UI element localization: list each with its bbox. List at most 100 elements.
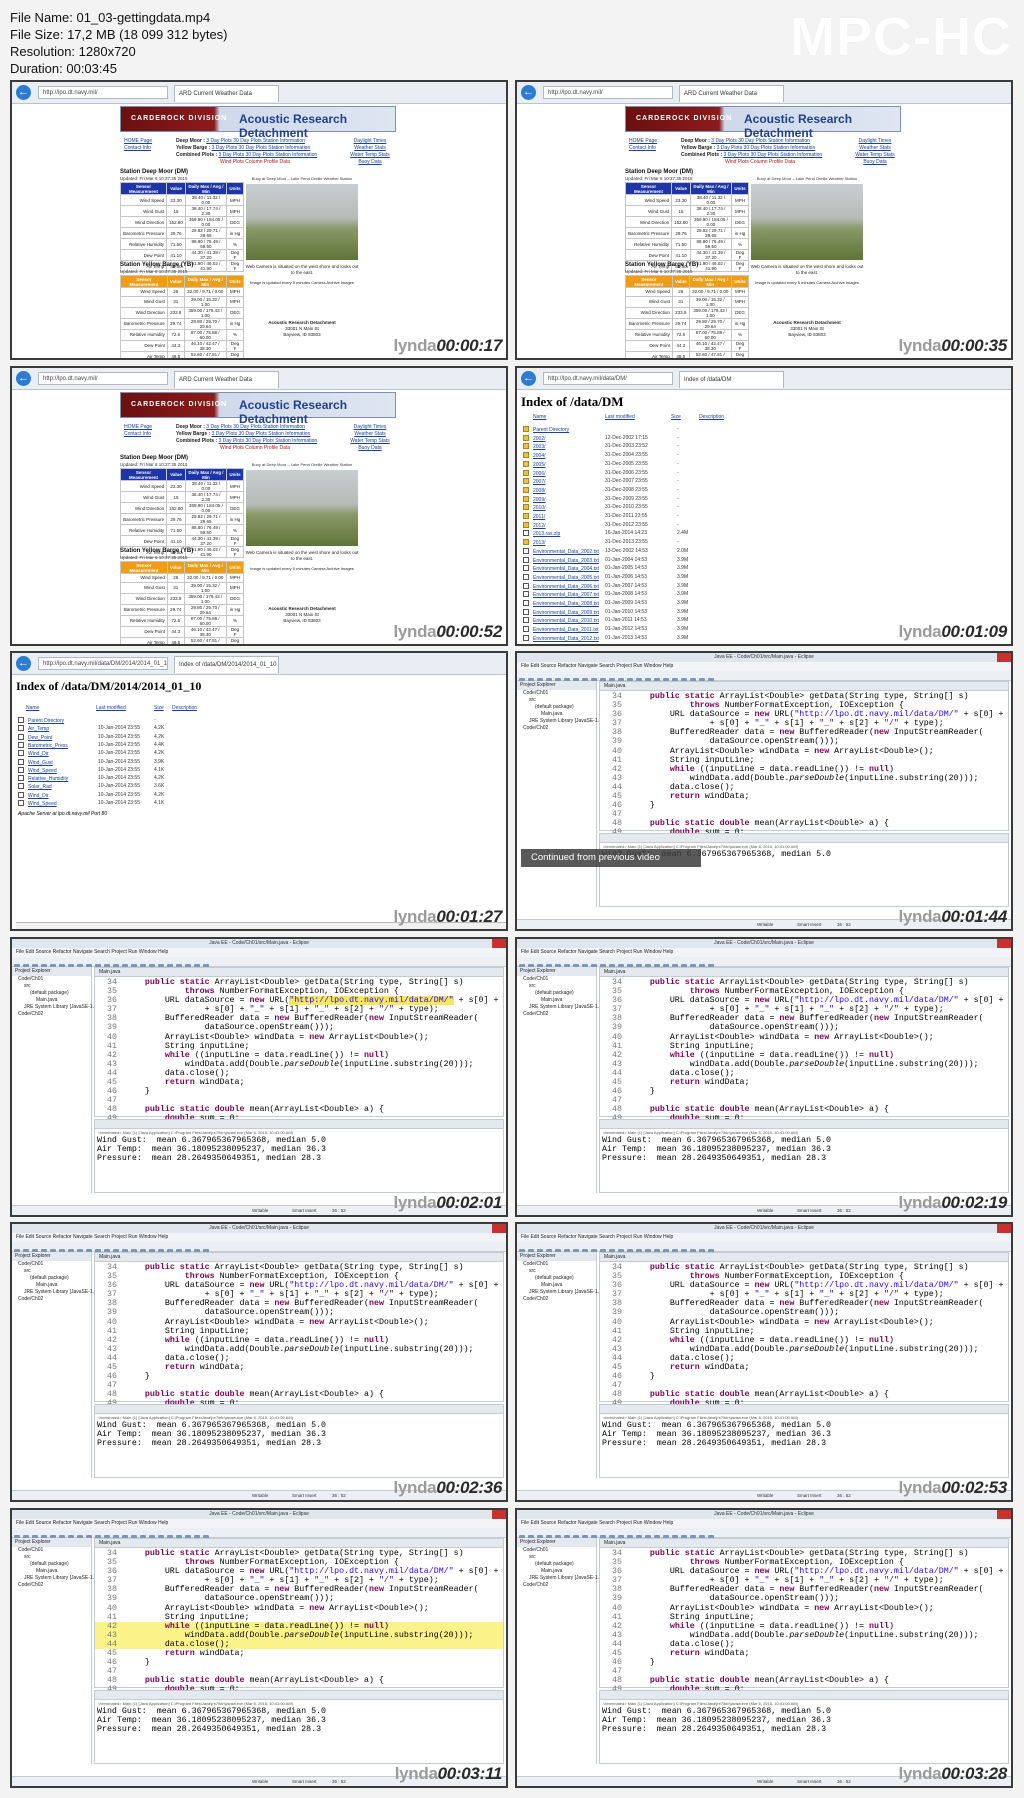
tree-item[interactable]: JRE System Library [JavaSE-1.7] (12, 1575, 98, 1582)
nav-link[interactable]: Daylight Times (348, 424, 392, 431)
tree-item[interactable]: Code/Ch01 (517, 1547, 596, 1554)
explorer-tab[interactable]: Project Explorer (12, 967, 91, 976)
editor-tab[interactable]: Main.java (95, 1539, 503, 1548)
entry-link[interactable]: 2012/ (533, 523, 546, 529)
plot-links[interactable]: Wind Plots Column Profile Data (725, 159, 795, 165)
entry-link[interactable]: Solar_Rad (28, 784, 52, 790)
close-button[interactable] (997, 653, 1011, 662)
plot-links[interactable]: Wind Plots Column Profile Data (220, 159, 290, 165)
tree-item[interactable]: Main.java (517, 1568, 596, 1575)
tree-item[interactable]: Code/Ch01 (517, 976, 596, 983)
tree-item[interactable]: (default package) (517, 990, 596, 997)
close-button[interactable] (492, 939, 506, 948)
column-header[interactable]: Description (699, 414, 724, 420)
code-area[interactable]: 34 public static ArrayList<Double> getDa… (600, 692, 1008, 838)
plot-links[interactable]: Wind Plots Column Profile Data (220, 445, 290, 451)
column-header[interactable]: Size (154, 705, 164, 711)
close-button[interactable] (997, 1224, 1011, 1233)
menu-bar[interactable]: File Edit Source Refactor Navigate Searc… (12, 1233, 506, 1242)
console-tab[interactable] (600, 1120, 1008, 1129)
console-tab[interactable] (600, 1405, 1008, 1414)
explorer-tab[interactable]: Project Explorer (517, 967, 596, 976)
browser-tab[interactable]: ARD Current Weather Data (679, 85, 784, 102)
column-header[interactable]: Last modified (605, 414, 635, 420)
editor-tab[interactable]: Main.java (95, 1253, 503, 1262)
entry-link[interactable]: Wind_Gust (28, 760, 53, 766)
tree-item[interactable]: (default package) (12, 1275, 91, 1282)
tree-item[interactable]: Code/Ch01 (12, 1547, 91, 1554)
tree-item[interactable]: Main.java (517, 711, 596, 718)
code-area[interactable]: 34 public static ArrayList<Double> getDa… (600, 1263, 1008, 1409)
menu-bar[interactable]: File Edit Source Refactor Navigate Searc… (517, 1519, 1011, 1528)
column-header[interactable]: Last modified (96, 705, 126, 711)
menu-bar[interactable]: File Edit Source Refactor Navigate Searc… (12, 948, 506, 957)
back-button[interactable]: ← (16, 85, 31, 100)
code-area[interactable]: 34 public static ArrayList<Double> getDa… (600, 978, 1008, 1124)
entry-link[interactable]: 2010/ (533, 505, 546, 511)
entry-link[interactable]: Environmental_Data_2004.txt (533, 566, 599, 572)
tree-item[interactable]: src (12, 1268, 91, 1275)
tree-item[interactable]: src (517, 1554, 596, 1561)
tree-item[interactable]: src (517, 1268, 596, 1275)
menu-bar[interactable]: File Edit Source Refactor Navigate Searc… (517, 1233, 1011, 1242)
entry-link[interactable]: Parent Directory (533, 427, 569, 433)
browser-tab[interactable]: ARD Current Weather Data (174, 371, 279, 388)
nav-link[interactable]: Daylight Times (853, 138, 897, 145)
tree-item[interactable]: Main.java (517, 997, 596, 1004)
explorer-tab[interactable]: Project Explorer (517, 1252, 596, 1261)
station-links-text[interactable]: 3 Day Plots 30 Day Plots Station Informa… (717, 145, 816, 151)
entry-link[interactable]: 2011/ (533, 514, 545, 520)
entry-link[interactable]: 2004/ (533, 453, 546, 459)
tree-item[interactable]: Code/Ch02 (517, 1582, 596, 1589)
station-links-text[interactable]: 3 Day Plots 30 Day Plots Station Informa… (206, 424, 305, 430)
column-header[interactable]: Name (26, 705, 39, 711)
tree-item[interactable]: Code/Ch02 (12, 1011, 91, 1018)
explorer-tab[interactable]: Project Explorer (12, 1252, 91, 1261)
entry-link[interactable]: 2013/ (533, 540, 546, 546)
entry-link[interactable]: Relative_Humidity (28, 776, 68, 782)
entry-link[interactable]: Environmental_Data_2003.txt (533, 558, 599, 564)
console-tab[interactable] (95, 1691, 503, 1700)
address-bar[interactable]: http://lpo.dt.navy.mil/data/DM/2014/2014… (38, 657, 168, 670)
code-area[interactable]: 34 public static ArrayList<Double> getDa… (600, 1549, 1008, 1695)
entry-link[interactable]: Parent Directory (28, 718, 64, 724)
tree-item[interactable]: Code/Ch02 (517, 1011, 596, 1018)
archive-link[interactable]: Image is updated every 5 minutes Camera … (244, 566, 360, 571)
tree-item[interactable]: Code/Ch01 (12, 1261, 91, 1268)
browser-tab[interactable]: Index of /data/DM/2014/2014_01_10 (174, 656, 279, 673)
nav-link[interactable]: Daylight Times (348, 138, 392, 145)
console-tab[interactable] (600, 1691, 1008, 1700)
tree-item[interactable]: Code/Ch01 (517, 1261, 596, 1268)
tree-item[interactable]: JRE System Library [JavaSE-1.7] (517, 1004, 603, 1011)
tree-item[interactable]: JRE System Library [JavaSE-1.7] (12, 1289, 98, 1296)
tree-item[interactable]: JRE System Library [JavaSE-1.7] (517, 718, 603, 725)
tree-item[interactable]: Code/Ch02 (517, 725, 596, 732)
entry-link[interactable]: 2007/ (533, 479, 546, 485)
tree-item[interactable]: (default package) (12, 990, 91, 997)
station-links-text[interactable]: 3 Day Plots 30 Day Plots Station Informa… (212, 431, 311, 437)
explorer-tab[interactable]: Project Explorer (517, 681, 596, 690)
station-links-text[interactable]: 3 Day Plots 30 Day Plots Station Informa… (711, 138, 810, 144)
close-button[interactable] (492, 1224, 506, 1233)
tree-item[interactable]: src (517, 983, 596, 990)
tree-item[interactable]: Code/Ch02 (517, 1296, 596, 1303)
nav-link[interactable]: HOME Page (124, 138, 166, 145)
nav-link[interactable]: Contact Info (629, 145, 671, 152)
browser-tab[interactable]: Index of /data/DM (679, 371, 784, 388)
entry-link[interactable]: Wind_Speed (28, 768, 57, 774)
nav-link[interactable]: Buoy Data (348, 445, 392, 452)
editor-tab[interactable]: Main.java (600, 682, 1008, 691)
close-button[interactable] (492, 1510, 506, 1519)
tree-item[interactable]: src (12, 1554, 91, 1561)
tree-item[interactable]: Code/Ch02 (12, 1582, 91, 1589)
address-bar[interactable]: http://lpo.dt.navy.mil/data/DM/ (543, 372, 673, 385)
entry-link[interactable]: Environmental_Data_2009.txt (533, 610, 599, 616)
entry-link[interactable]: Environmental_Data_2008.txt (533, 601, 599, 607)
archive-link[interactable]: Image is updated every 5 minutes Camera … (244, 280, 360, 285)
tree-item[interactable]: Code/Ch01 (517, 690, 596, 697)
station-links-text[interactable]: 3 Day Plots 30 Day Plots Station Informa… (724, 152, 823, 158)
entry-link[interactable]: Dew_Point (28, 735, 52, 741)
tree-item[interactable]: src (12, 983, 91, 990)
nav-link[interactable]: Water Temp Stats (853, 152, 897, 159)
entry-link[interactable]: 2013.ras.zip (533, 531, 560, 537)
